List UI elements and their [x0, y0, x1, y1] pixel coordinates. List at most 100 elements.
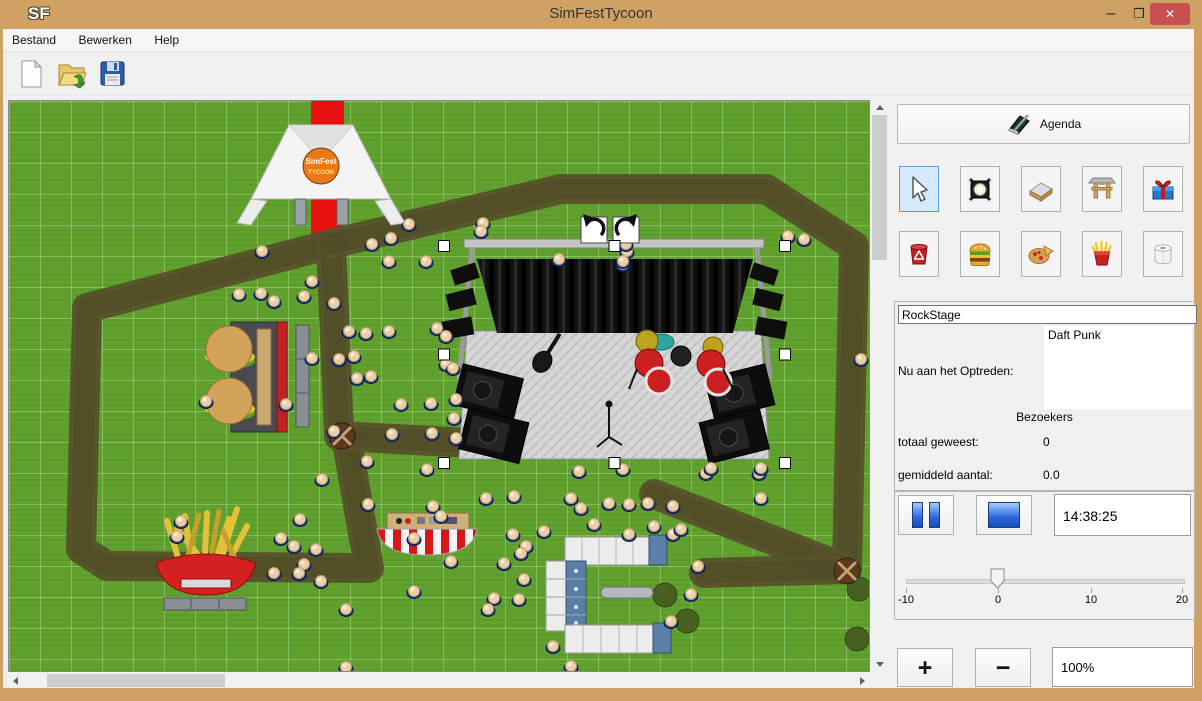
fries-icon: [1087, 239, 1117, 269]
tool-pizza-button[interactable]: [1021, 231, 1061, 277]
new-file-icon: [13, 56, 49, 92]
toilet-block[interactable]: [546, 535, 671, 653]
visitor: [287, 541, 301, 554]
rotate-left-button[interactable]: [581, 214, 607, 243]
save-file-button[interactable]: [95, 56, 131, 92]
minimize-button[interactable]: –: [1098, 2, 1124, 26]
visitors-total-label: totaal geweest:: [898, 435, 979, 449]
tool-gift-button[interactable]: [1143, 166, 1183, 212]
tool-burger-button[interactable]: [960, 231, 1000, 277]
pause-button[interactable]: [898, 495, 954, 535]
tool-stage-gate-button[interactable]: [1082, 166, 1122, 212]
spotlight-icon: [965, 174, 995, 204]
close-button[interactable]: ✕: [1150, 3, 1190, 25]
visitor: [704, 463, 718, 476]
tool-trash-button[interactable]: [899, 231, 939, 277]
visitor: [507, 491, 521, 504]
slider-tick-minus10: -10: [898, 594, 914, 606]
bench-horizontal[interactable]: [164, 598, 246, 610]
visitor: [622, 499, 636, 512]
agenda-button[interactable]: Agenda: [897, 104, 1190, 144]
menu-help[interactable]: Help: [145, 29, 188, 47]
selection-handle[interactable]: [780, 241, 791, 252]
stage-info-box: Nu aan het Optreden: Daft Punk Bezoekers…: [894, 301, 1195, 492]
vertical-scroll-thumb[interactable]: [872, 115, 887, 260]
tool-select-button[interactable]: [899, 166, 939, 212]
visitor: [754, 493, 768, 506]
tool-fries-button[interactable]: [1082, 231, 1122, 277]
open-file-button[interactable]: [54, 56, 90, 92]
visitor: [674, 524, 688, 537]
visitor: [574, 503, 588, 516]
visitor: [497, 558, 511, 571]
zoom-in-button[interactable]: +: [897, 648, 953, 687]
selection-handle[interactable]: [780, 349, 791, 360]
visitor: [419, 256, 433, 269]
svg-text:SimFest: SimFest: [305, 157, 336, 166]
scroll-up-icon[interactable]: [876, 105, 884, 110]
visitor: [274, 533, 288, 546]
new-file-button[interactable]: [13, 56, 49, 92]
visitor: [309, 544, 323, 557]
visitor: [407, 586, 421, 599]
visitor: [572, 466, 586, 479]
pizza-icon: [1026, 239, 1056, 269]
selection-handle[interactable]: [439, 241, 450, 252]
gift-icon: [1148, 174, 1178, 204]
bench-middle[interactable]: [601, 587, 653, 598]
zoom-level-display: 100%: [1052, 647, 1193, 687]
visitor: [444, 556, 458, 569]
path-tile-icon: [1026, 174, 1056, 204]
stage-name-input[interactable]: [898, 305, 1197, 324]
visitors-total-value: 0: [1043, 435, 1050, 449]
toilet-paper-icon: [1148, 239, 1178, 269]
menu-bestand[interactable]: Bestand: [3, 29, 65, 47]
visitor: [447, 413, 461, 426]
selection-handle[interactable]: [439, 458, 450, 469]
scroll-left-icon[interactable]: [13, 677, 18, 685]
menu-bewerken[interactable]: Bewerken: [70, 29, 141, 47]
main-stage[interactable]: [442, 239, 788, 464]
maximize-button[interactable]: ❒: [1126, 2, 1152, 26]
burger-stand[interactable]: [205, 322, 287, 432]
speed-slider-track[interactable]: [906, 579, 1185, 584]
bench-vertical[interactable]: [296, 325, 309, 427]
visitor: [512, 594, 526, 607]
window-border-left: [0, 29, 3, 688]
trash-bin-object[interactable]: [834, 558, 860, 584]
striped-stand[interactable]: [377, 513, 477, 555]
tool-path-button[interactable]: [1021, 166, 1061, 212]
visitor: [420, 464, 434, 477]
visitor: [267, 296, 281, 309]
selection-handle[interactable]: [780, 458, 791, 469]
zoom-out-button[interactable]: −: [975, 648, 1031, 687]
horizontal-scroll-thumb[interactable]: [47, 674, 225, 687]
stage-gate-icon: [1087, 174, 1117, 204]
visitor: [232, 289, 246, 302]
selection-handle[interactable]: [609, 241, 620, 252]
bush: [675, 609, 699, 633]
horizontal-scrollbar[interactable]: [8, 673, 870, 688]
window-title: SimFestTycoon: [0, 5, 1202, 22]
vertical-scrollbar[interactable]: [871, 100, 888, 672]
tool-toilet-paper-button[interactable]: [1143, 231, 1183, 277]
rotate-right-button[interactable]: [613, 214, 639, 243]
transport-box: 14:38:25 -10 0 10 20: [894, 490, 1195, 620]
menu-bar: Bestand Bewerken Help: [3, 29, 1194, 52]
visitor: [546, 641, 560, 654]
scroll-right-icon[interactable]: [860, 677, 865, 685]
cursor-icon: [904, 174, 934, 204]
visitor: [339, 662, 353, 673]
visitor: [647, 521, 661, 534]
festival-map-canvas[interactable]: SimFest TYCOON: [8, 100, 870, 672]
now-playing-label: Nu aan het Optreden:: [898, 364, 1013, 378]
selection-handle[interactable]: [609, 458, 620, 469]
tool-spotlight-button[interactable]: [960, 166, 1000, 212]
scroll-down-icon[interactable]: [876, 662, 884, 667]
stop-button[interactable]: [976, 495, 1032, 535]
slider-tick-20: 20: [1176, 594, 1188, 606]
visitor: [537, 526, 551, 539]
window-border-bottom: [0, 688, 1202, 701]
burger-icon: [965, 239, 995, 269]
selection-handle[interactable]: [439, 349, 450, 360]
